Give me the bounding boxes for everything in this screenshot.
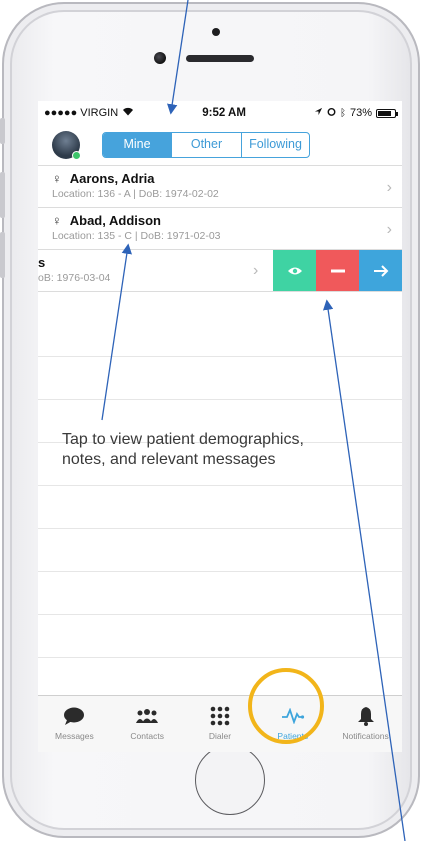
location-icon (314, 107, 323, 119)
tab-other[interactable]: Other (171, 133, 241, 157)
bluetooth-icon: ᛒ (339, 107, 346, 119)
wifi-icon (122, 107, 134, 119)
annotation-text: Tap to view patient demographics, notes,… (62, 431, 304, 468)
empty-list-area (38, 314, 402, 701)
patient-filter-segment: Mine Other Following (102, 132, 310, 158)
mute-switch (0, 118, 5, 144)
home-button[interactable] (195, 745, 265, 815)
tab-label: Notifications (342, 731, 389, 741)
tab-notifications[interactable]: Notifications (329, 696, 402, 752)
online-status-icon (72, 151, 81, 160)
patient-list: ♀ Aarons, Adria Location: 136 - A | DoB:… (38, 165, 402, 292)
tab-label: Contacts (130, 731, 164, 741)
forward-patient-button[interactable] (359, 250, 402, 291)
tab-label: Dialer (208, 731, 232, 741)
patient-meta: oB: 1976-03-04 (38, 272, 111, 284)
tab-messages[interactable]: Messages (38, 696, 111, 752)
tab-label: Messages (55, 731, 94, 741)
chevron-right-icon: › (253, 262, 259, 279)
female-icon: ♀ (52, 213, 62, 228)
eye-icon (287, 267, 302, 274)
carrier-label: ●●●●● VIRGIN (44, 107, 119, 119)
patient-row[interactable]: ♀ Aarons, Adria Location: 136 - A | DoB:… (38, 166, 402, 208)
chevron-right-icon: › (386, 221, 392, 238)
patients-header: Mine Other Following (38, 125, 402, 165)
swiped-patient-row[interactable]: s oB: 1976-03-04 › (38, 250, 402, 292)
patient-name: Abad, Addison (69, 213, 161, 228)
tab-bar: Messages Contacts Dialer Patients Notifi… (38, 695, 402, 752)
female-icon: ♀ (52, 171, 62, 186)
bell-icon (357, 705, 375, 727)
dialpad-icon (210, 705, 230, 727)
minus-icon (330, 269, 345, 272)
proximity-sensor (212, 28, 220, 36)
chevron-right-icon: › (386, 179, 392, 196)
remove-patient-button[interactable] (316, 250, 359, 291)
volume-down-button (0, 232, 5, 278)
battery-percent: 73% (349, 107, 372, 119)
contacts-icon (135, 705, 159, 727)
patient-row[interactable]: ♀ Abad, Addison Location: 135 - C | DoB:… (38, 208, 402, 250)
patients-tab-highlight (248, 668, 324, 744)
alarm-icon (327, 107, 336, 119)
tab-following[interactable]: Following (241, 133, 309, 157)
front-camera (154, 52, 166, 64)
view-patient-button[interactable] (273, 250, 316, 291)
arrow-right-icon (373, 264, 388, 277)
patient-meta: Location: 135 - C | DoB: 1971-02-03 (52, 230, 221, 242)
patient-name: Aarons, Adria (69, 171, 155, 186)
chat-bubble-icon (63, 705, 85, 727)
status-time: 9:52 AM (202, 107, 246, 119)
battery-icon (376, 108, 398, 118)
volume-up-button (0, 172, 5, 218)
swipe-actions (273, 250, 402, 291)
tab-dialer[interactable]: Dialer (184, 696, 257, 752)
patient-meta: Location: 136 - A | DoB: 1974-02-02 (52, 188, 219, 200)
tab-mine[interactable]: Mine (103, 133, 171, 157)
tab-contacts[interactable]: Contacts (111, 696, 184, 752)
status-bar: ●●●●● VIRGIN 9:52 AM ᛒ 73% (38, 101, 402, 125)
patient-name: s (38, 255, 46, 270)
earpiece-speaker (186, 55, 254, 62)
app-screen: ●●●●● VIRGIN 9:52 AM ᛒ 73% Mine Other Fo… (38, 101, 402, 752)
avatar[interactable] (52, 131, 81, 160)
